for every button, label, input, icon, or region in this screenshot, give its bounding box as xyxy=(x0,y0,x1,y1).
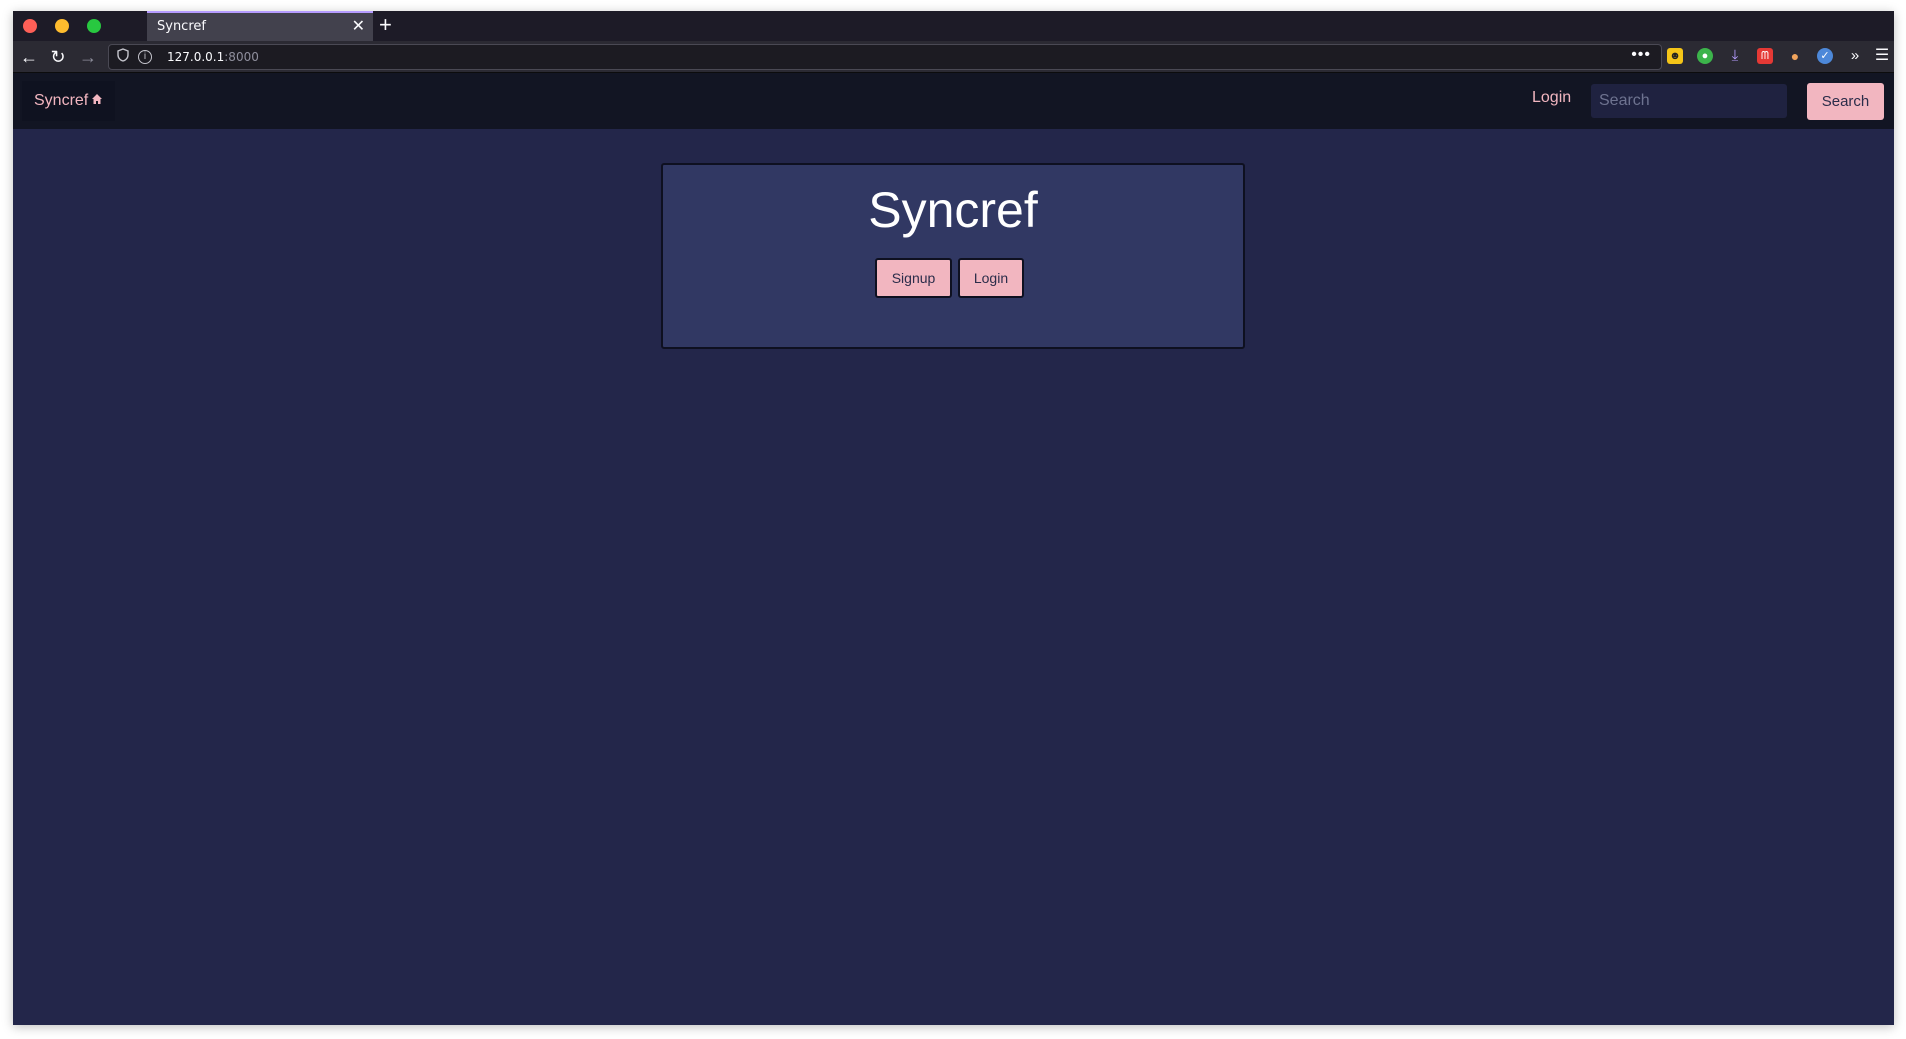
brand-link[interactable]: Syncref xyxy=(22,81,116,121)
smiley-icon[interactable]: ☻ xyxy=(1667,48,1683,64)
tab-title: Syncref xyxy=(157,19,206,34)
new-tab-button[interactable]: + xyxy=(379,13,392,37)
orange-drop-icon[interactable]: ● xyxy=(1787,48,1803,64)
maximize-window-button[interactable] xyxy=(87,19,101,33)
overflow-chevron-icon[interactable]: » xyxy=(1847,48,1863,64)
url-text[interactable]: 127.0.0.1:8000 xyxy=(167,50,259,64)
browser-window: Syncref ✕ + ← ↻ → i 127.0.0.1:8000 ••• ☻… xyxy=(13,11,1894,1025)
reload-icon[interactable]: ↻ xyxy=(46,45,70,69)
page-content: Syncref Login Search Syncref Signup Logi… xyxy=(13,73,1894,1025)
search-input[interactable] xyxy=(1591,84,1787,118)
info-icon[interactable]: i xyxy=(138,50,152,64)
tab-strip: Syncref ✕ + xyxy=(13,11,1894,41)
red-mask-icon[interactable]: ᗰ xyxy=(1757,48,1773,64)
download-icon[interactable]: ⤓ xyxy=(1727,48,1743,64)
login-button[interactable]: Login xyxy=(958,258,1024,298)
hero-title: Syncref xyxy=(868,182,1038,238)
nav-login-link[interactable]: Login xyxy=(1532,89,1571,107)
url-host: 127.0.0.1 xyxy=(167,50,225,64)
close-window-button[interactable] xyxy=(23,19,37,33)
tab-close-icon[interactable]: ✕ xyxy=(352,17,365,37)
forward-icon[interactable]: → xyxy=(76,45,100,69)
browser-toolbar: ← ↻ → i 127.0.0.1:8000 ••• ☻ ● ⤓ ᗰ ● ✓ »… xyxy=(13,41,1894,73)
shield-icon[interactable] xyxy=(114,48,132,66)
url-port: :8000 xyxy=(224,50,259,64)
hamburger-menu-icon[interactable]: ☰ xyxy=(1874,48,1890,64)
tab-syncref[interactable]: Syncref ✕ xyxy=(147,11,373,41)
minimize-window-button[interactable] xyxy=(55,19,69,33)
signup-button[interactable]: Signup xyxy=(875,258,952,298)
blue-check-icon[interactable]: ✓ xyxy=(1817,48,1833,64)
page-actions-icon[interactable]: ••• xyxy=(1631,46,1651,64)
address-bar[interactable]: i 127.0.0.1:8000 ••• xyxy=(108,44,1662,70)
home-icon xyxy=(91,81,103,121)
search-button[interactable]: Search xyxy=(1807,83,1884,120)
back-icon[interactable]: ← xyxy=(17,45,41,69)
welcome-card: Syncref Signup Login xyxy=(661,163,1245,349)
site-navbar: Syncref Login Search xyxy=(13,73,1894,129)
brand-text: Syncref xyxy=(34,92,89,109)
green-circle-icon[interactable]: ● xyxy=(1697,48,1713,64)
